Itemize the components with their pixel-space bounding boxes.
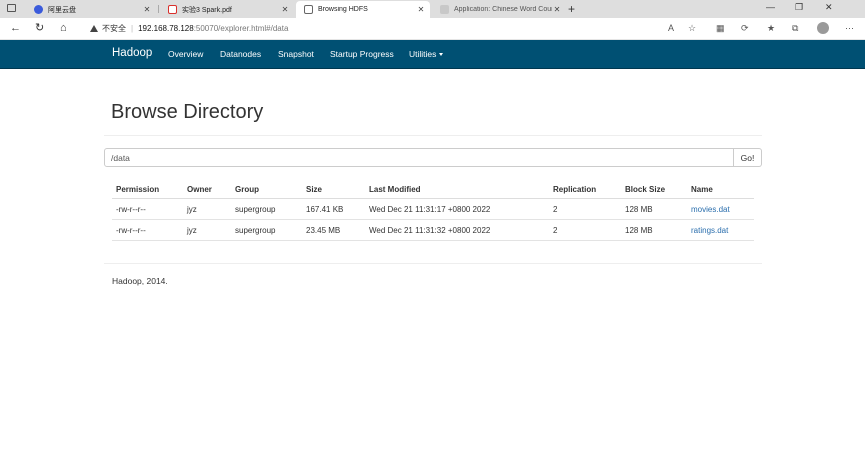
cell-block-size: 128 MB xyxy=(621,198,687,220)
cell-size: 23.45 MB xyxy=(302,219,365,241)
tab-browsing-hdfs[interactable]: Browsing HDFS ✕ xyxy=(296,1,430,18)
security-label: 不安全 xyxy=(102,24,126,33)
apps-icon[interactable]: ▦ xyxy=(716,22,725,34)
nav-utilities-label: Utilities xyxy=(409,49,437,59)
table-row: -rw-r--r-- jyz supergroup 167.41 KB Wed … xyxy=(112,198,754,220)
tab-actions-icon[interactable] xyxy=(7,4,16,12)
cell-name: movies.dat xyxy=(687,198,754,220)
navbar-brand[interactable]: Hadoop xyxy=(112,47,152,59)
restore-icon[interactable]: ❐ xyxy=(795,2,803,13)
cell-size: 167.41 KB xyxy=(302,198,365,220)
tab-title: 实验3 Spark.pdf xyxy=(182,6,232,14)
extensions-icon[interactable]: ⟳ xyxy=(741,22,749,34)
nav-datanodes[interactable]: Datanodes xyxy=(220,49,261,59)
nav-startup-progress[interactable]: Startup Progress xyxy=(330,49,394,59)
collections-icon[interactable]: ⧉ xyxy=(792,22,798,34)
cell-last-modified: Wed Dec 21 11:31:17 +0800 2022 xyxy=(365,198,549,220)
caret-down-icon xyxy=(439,53,444,56)
column-header-last-modified[interactable]: Last Modified xyxy=(365,180,549,199)
close-window-icon[interactable]: ✕ xyxy=(825,2,833,13)
more-options-icon[interactable]: ⋯ xyxy=(845,22,854,34)
home-icon[interactable]: ⌂ xyxy=(60,21,67,35)
cell-name: ratings.dat xyxy=(687,219,754,241)
aliyun-drive-icon xyxy=(34,5,43,14)
cell-owner: jyz xyxy=(183,219,231,241)
column-header-name[interactable]: Name xyxy=(687,180,754,199)
cell-replication: 2 xyxy=(549,219,621,241)
tab-title: Browsing HDFS xyxy=(318,6,368,13)
browser-tab-strip: 阿里云盘 ✕ 实验3 Spark.pdf ✕ Browsing HDFS ✕ A… xyxy=(0,0,865,18)
cell-owner: jyz xyxy=(183,198,231,220)
tab-close-icon[interactable]: ✕ xyxy=(552,5,562,14)
cell-group: supergroup xyxy=(231,219,302,241)
file-link-movies[interactable]: movies.dat xyxy=(691,205,730,214)
tab-spark-pdf[interactable]: 实验3 Spark.pdf ✕ xyxy=(160,1,294,18)
tab-close-icon[interactable]: ✕ xyxy=(416,5,426,14)
cell-last-modified: Wed Dec 21 11:31:32 +0800 2022 xyxy=(365,219,549,241)
favorite-star-icon[interactable]: ☆ xyxy=(688,22,696,34)
tab-title: Application: Chinese Word Count xyxy=(454,6,552,13)
page-icon xyxy=(304,5,313,14)
column-header-block-size[interactable]: Block Size xyxy=(621,180,687,199)
new-tab-icon[interactable]: + xyxy=(568,1,575,17)
address-bar[interactable]: 不安全 | 192.168.78.128:50070/explorer.html#/… xyxy=(84,20,704,37)
nav-overview[interactable]: Overview xyxy=(168,49,203,59)
nav-snapshot[interactable]: Snapshot xyxy=(278,49,314,59)
favorites-icon[interactable]: ★ xyxy=(767,22,775,34)
tab-title: 阿里云盘 xyxy=(48,6,76,14)
directory-listing-table: Permission Owner Group Size Last Modifie… xyxy=(112,180,754,241)
tab-close-icon[interactable]: ✕ xyxy=(280,5,290,14)
table-header-row: Permission Owner Group Size Last Modifie… xyxy=(112,180,754,199)
divider xyxy=(104,263,762,264)
hadoop-navbar: Hadoop Overview Datanodes Snapshot Start… xyxy=(0,40,865,69)
file-link-ratings[interactable]: ratings.dat xyxy=(691,226,728,235)
footer-text: Hadoop, 2014. xyxy=(112,276,168,286)
back-icon[interactable]: ← xyxy=(10,21,21,35)
tab-spark-application[interactable]: Application: Chinese Word Count ✕ xyxy=(432,1,566,18)
profile-avatar[interactable] xyxy=(817,22,829,34)
browser-toolbar: ← ↻ ⌂ 不安全 | 192.168.78.128:50070/explorer.… xyxy=(0,18,865,40)
tab-close-icon[interactable]: ✕ xyxy=(142,5,152,14)
divider xyxy=(104,135,762,136)
cell-block-size: 128 MB xyxy=(621,219,687,241)
tab-divider xyxy=(158,5,159,13)
warning-icon xyxy=(90,25,98,32)
cell-group: supergroup xyxy=(231,198,302,220)
column-header-replication[interactable]: Replication xyxy=(549,180,621,199)
pdf-icon xyxy=(168,5,177,14)
refresh-icon[interactable]: ↻ xyxy=(35,21,44,35)
url-path: :50070/explorer.html#/data xyxy=(193,24,289,33)
cell-replication: 2 xyxy=(549,198,621,220)
tab-aliyun-drive[interactable]: 阿里云盘 ✕ xyxy=(26,1,156,18)
directory-path-input[interactable] xyxy=(104,148,734,167)
minimize-icon[interactable]: — xyxy=(766,2,775,12)
nav-utilities-dropdown[interactable]: Utilities xyxy=(409,49,444,59)
url-host: 192.168.78.128 xyxy=(138,24,194,33)
cell-permission: -rw-r--r-- xyxy=(112,198,183,220)
page-title: Browse Directory xyxy=(111,101,264,123)
read-aloud-icon[interactable]: A xyxy=(668,22,674,34)
table-row: -rw-r--r-- jyz supergroup 23.45 MB Wed D… xyxy=(112,219,754,241)
go-button[interactable]: Go! xyxy=(734,148,762,167)
column-header-size[interactable]: Size xyxy=(302,180,365,199)
column-header-owner[interactable]: Owner xyxy=(183,180,231,199)
column-header-group[interactable]: Group xyxy=(231,180,302,199)
spark-icon xyxy=(440,5,449,14)
cell-permission: -rw-r--r-- xyxy=(112,219,183,241)
column-header-permission[interactable]: Permission xyxy=(112,180,183,199)
